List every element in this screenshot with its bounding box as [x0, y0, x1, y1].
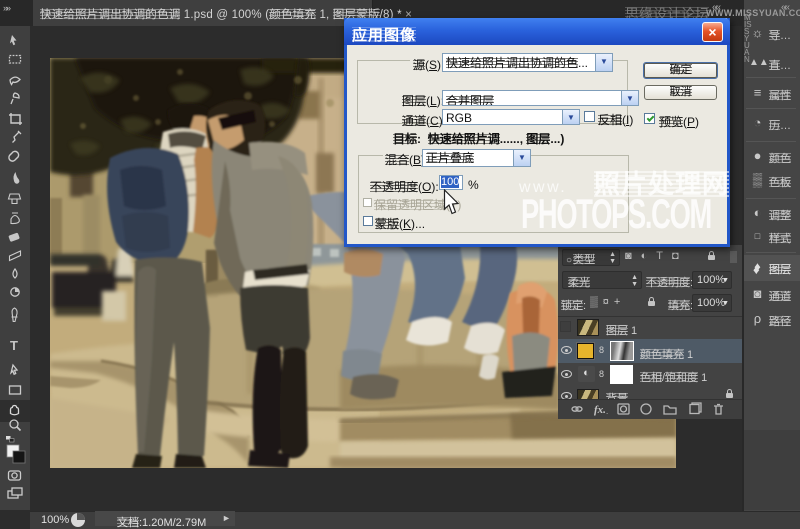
svg-text:fx.: fx.	[594, 404, 606, 416]
svg-text:.: .	[606, 407, 608, 416]
svg-text:T: T	[10, 338, 18, 353]
